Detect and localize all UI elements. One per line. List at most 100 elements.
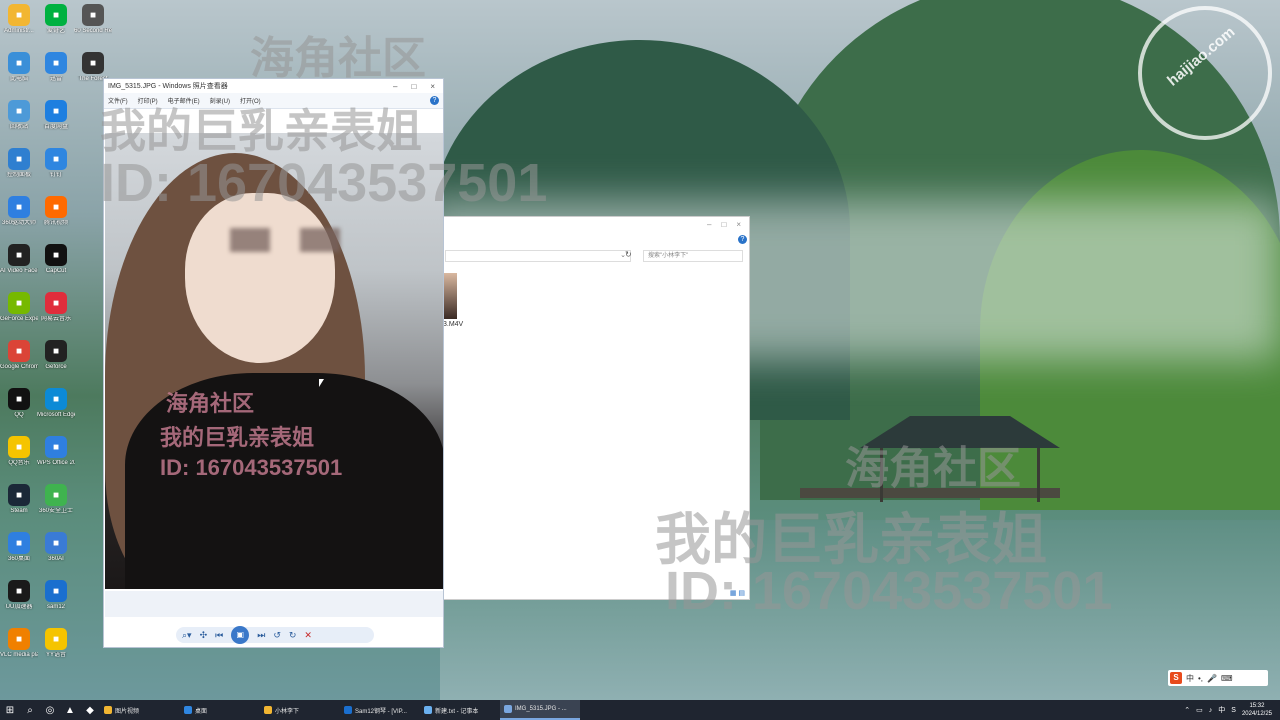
tray-chevron-icon[interactable]: ⌃ (1184, 706, 1190, 714)
desktop-shortcut[interactable]: ■ 360驱动大师 (0, 196, 38, 227)
desktop-shortcut-label: 360桌面 (7, 556, 30, 562)
ime-punct-icon[interactable]: •, (1198, 674, 1203, 683)
game-icon: ■ (82, 4, 104, 26)
desktop-shortcut[interactable]: ■ 爱奇艺 (37, 4, 75, 35)
desktop-shortcut[interactable]: ■ VLC media player (0, 628, 38, 659)
uu-icon: ■ (8, 580, 30, 602)
desktop-shortcut-label: 60 Second Reckoning (74, 28, 112, 34)
volume-icon[interactable]: ♪ (1209, 707, 1213, 714)
desktop-shortcut[interactable]: ■ Microsoft Edge (37, 388, 75, 419)
ime-keyboard-icon[interactable]: ⌨ (1221, 674, 1233, 683)
ime-mic-icon[interactable]: 🎤 (1207, 674, 1217, 683)
network-icon[interactable]: ▭ (1196, 706, 1203, 714)
vlc-icon[interactable]: ▲ (60, 700, 80, 720)
desktop-shortcut-label: WPS Office 2019 (37, 460, 75, 466)
music-icon: ■ (45, 292, 67, 314)
desktop-shortcut-label: QQ (14, 412, 24, 418)
desktop-shortcut-label: 百度网盘 (43, 124, 68, 130)
clock[interactable]: 15:32 2024/12/25 (1242, 702, 1272, 718)
desktop-shortcut[interactable]: ■ CapCut (37, 244, 75, 275)
help-icon[interactable]: ? (738, 235, 747, 244)
desktop-shortcut[interactable]: ■ 360AI (37, 532, 75, 563)
shield-icon[interactable]: ◆ (80, 700, 100, 720)
slideshow-icon[interactable]: ▣ (231, 626, 250, 644)
desktop-shortcut[interactable]: ■ sam12 (37, 580, 75, 611)
sogou-tray-icon[interactable]: S (1231, 707, 1236, 714)
maximize-icon[interactable]: □ (721, 220, 726, 229)
viewer-toolbar: ⌕▾ ✣ ⏮ ▣ ⏭ ↺ ↻ ✕ (176, 626, 374, 644)
next-icon[interactable]: ⏭ (257, 630, 265, 641)
explorer-titlebar[interactable]: – □ × (421, 217, 749, 231)
desktop-shortcut[interactable]: ■ Administr... (0, 4, 38, 35)
desktop-shortcut[interactable]: ■ 网易云音乐 (37, 292, 75, 323)
desktop-icon: ■ (8, 532, 30, 554)
close-icon[interactable]: × (736, 220, 741, 229)
address-bar[interactable]: ⌄ (445, 250, 631, 262)
desktop-shortcut-label: VLC media player (0, 652, 38, 658)
actual-size-icon[interactable]: ✣ (200, 630, 208, 641)
desktop-shortcut[interactable]: ■ QQ音乐 (0, 436, 38, 467)
desktop-shortcut[interactable]: ■ 钉钉 (37, 148, 75, 179)
ime-toolbar[interactable]: S 中 •, 🎤 ⌨ (1168, 670, 1268, 686)
help-icon[interactable]: ? (430, 96, 439, 105)
user-folder-icon: ■ (8, 4, 30, 26)
desktop-shortcut[interactable]: ■ Google Chrome (0, 340, 38, 371)
desktop-shortcut[interactable]: ■ Steam (0, 484, 38, 515)
delete-icon[interactable]: ✕ (304, 630, 312, 641)
desktop-shortcut[interactable]: ■ Geforce (37, 340, 75, 371)
search-icon[interactable]: ⌕ (20, 700, 40, 720)
desktop-shortcut-label: Geforce (45, 364, 67, 370)
taskbar-task[interactable]: IMG_5315.JPG - ... (500, 700, 580, 720)
desktop-shortcut[interactable]: ■ 控制面板 (0, 148, 38, 179)
qq-icon: ■ (8, 388, 30, 410)
previous-icon[interactable]: ⏮ (215, 630, 223, 641)
watermark-title-2: 海角社区 (845, 444, 1021, 493)
file-name[interactable]: 3.M4V (443, 321, 463, 328)
desktop-shortcut[interactable]: ■ 腾讯视频 (37, 196, 75, 227)
desktop-shortcut[interactable]: ■ WPS Office 2019 (37, 436, 75, 467)
app-icon (504, 705, 512, 713)
iqiyi-icon: ■ (45, 4, 67, 26)
taskbar: ⊞ ⌕ ◎ ▲ ◆ 图片视频 桌面 小林李下 Sam12钢琴 - [VIP... 新建.… (0, 700, 1280, 720)
taskbar-task[interactable]: 图片视频 (100, 700, 180, 720)
watermark-id: ID: 167043537501 (100, 153, 548, 213)
taskbar-task[interactable]: 桌面 (180, 700, 260, 720)
taskbar-task[interactable]: Sam12钢琴 - [VIP... (340, 700, 420, 720)
browser-icon[interactable]: ◎ (40, 700, 60, 720)
desktop-shortcut[interactable]: ■ UU加速器 (0, 580, 38, 611)
close-icon[interactable]: × (430, 82, 435, 91)
desktop-shortcut-label: CapCut (45, 268, 67, 274)
file-thumbnail[interactable] (443, 273, 457, 319)
taskbar-task-label: Sam12钢琴 - [VIP... (355, 708, 407, 715)
desktop-shortcut[interactable]: ■ 此电脑 (0, 52, 38, 83)
desktop-shortcut-label: AI Video FaceSwap (0, 268, 38, 274)
zoom-icon[interactable]: ⌕▾ (182, 630, 192, 641)
taskbar-tasks: 图片视频 桌面 小林李下 Sam12钢琴 - [VIP... 新建.txt - 记事本 I… (100, 700, 580, 720)
desktop-shortcut[interactable]: ■ 360安全卫士 (37, 484, 75, 515)
blur-patch (230, 228, 270, 252)
taskbar-task[interactable]: 小林李下 (260, 700, 340, 720)
rotate-left-icon[interactable]: ↺ (273, 630, 281, 641)
desktop-shortcut[interactable]: ■ 百度网盘 (37, 100, 75, 131)
desktop-shortcut[interactable]: ■ 迅雷 (37, 52, 75, 83)
desktop-shortcut[interactable]: ■ GeForce Experience (0, 292, 38, 323)
desktop-shortcut[interactable]: ■ YY语音 (37, 628, 75, 659)
chrome-icon: ■ (8, 340, 30, 362)
desktop-shortcut[interactable]: ■ 回收站 (0, 100, 38, 131)
sogou-icon[interactable]: S (1170, 672, 1182, 684)
computer-icon: ■ (8, 52, 30, 74)
desktop-shortcut[interactable]: ■ 60 Second Reckoning (74, 4, 112, 35)
start-icon[interactable]: ⊞ (0, 700, 20, 720)
desktop-shortcut[interactable]: ■ 360桌面 (0, 532, 38, 563)
rotate-right-icon[interactable]: ↻ (289, 630, 297, 641)
ime-mode[interactable]: 中 (1186, 673, 1194, 684)
desktop-shortcut[interactable]: ■ QQ (0, 388, 38, 419)
minimize-icon[interactable]: – (707, 220, 711, 229)
desktop-shortcut[interactable]: ■ AI Video FaceSwap (0, 244, 38, 275)
ime-tray[interactable]: 中 (1218, 705, 1225, 715)
search-input[interactable]: 搜索"小林李下" (643, 250, 743, 262)
taskbar-task[interactable]: 新建.txt - 记事本 (420, 700, 500, 720)
refresh-icon[interactable]: ↻ (625, 250, 637, 262)
recycle-bin-icon: ■ (8, 100, 30, 122)
desktop-shortcut-label: 腾讯视频 (43, 220, 68, 226)
